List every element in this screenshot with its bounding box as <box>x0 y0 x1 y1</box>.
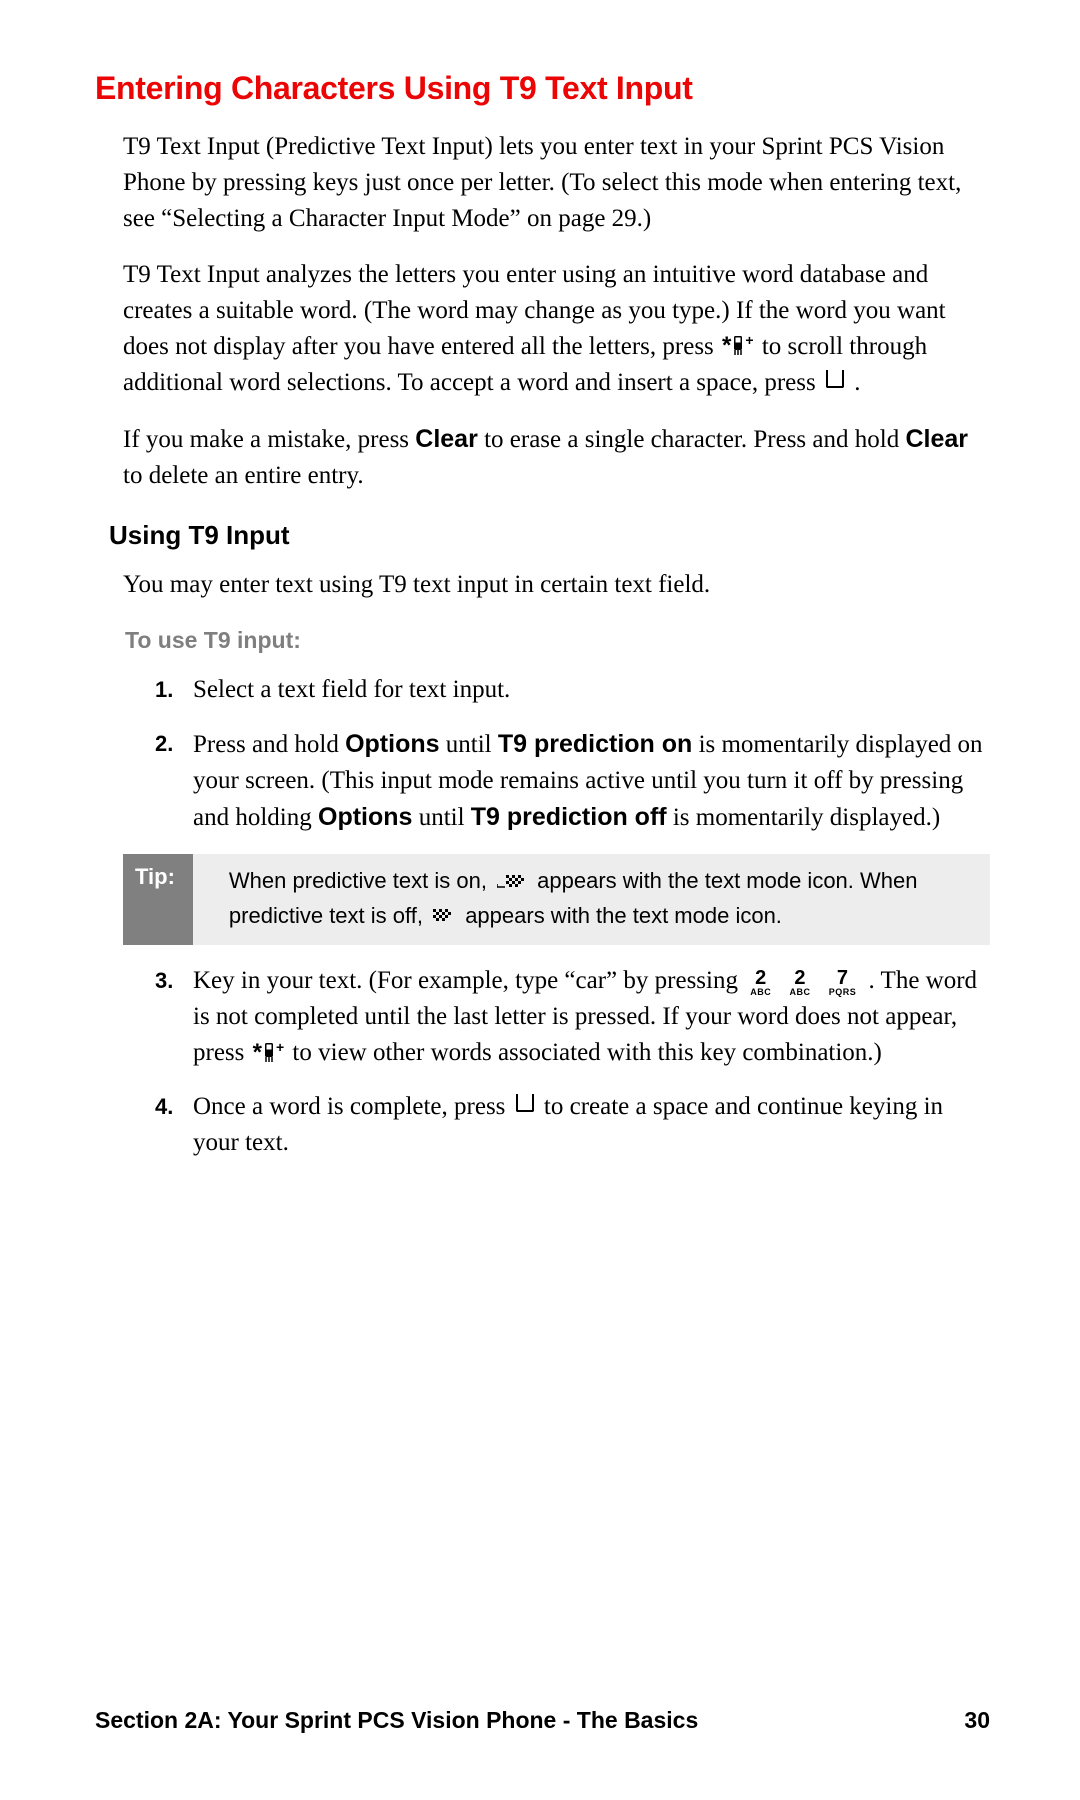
tip-label: Tip: <box>123 854 193 945</box>
paragraph-3: If you make a mistake, press Clear to er… <box>123 421 990 494</box>
step2-text-b: until <box>446 731 498 758</box>
step1-text: Select a text field for text input. <box>193 676 510 703</box>
clear-label-2: Clear <box>905 425 968 453</box>
step2-text-d: until <box>419 804 471 831</box>
clear-label-1: Clear <box>415 425 478 453</box>
steps-heading: To use T9 input: <box>125 627 990 654</box>
step-3: 3. Key in your text. (For example, type … <box>155 963 990 1071</box>
predictive-on-icon <box>497 866 527 899</box>
step-num-2: 2. <box>155 728 173 760</box>
paragraph-2: T9 Text Input analyzes the letters you e… <box>123 257 990 401</box>
para3-text-b: to erase a single character. Press and h… <box>484 426 905 453</box>
step-num-4: 4. <box>155 1091 173 1123</box>
footer-section-text: Section 2A: Your Sprint PCS Vision Phone… <box>95 1707 698 1734</box>
step3-text-c: to view other words associated with this… <box>292 1039 881 1066</box>
page-number: 30 <box>964 1707 990 1734</box>
star-key-icon: *+ <box>722 334 754 358</box>
space-key-icon <box>826 370 844 388</box>
tip-text-c: appears with the text mode icon. <box>465 903 782 928</box>
t9-off-label: T9 prediction off <box>471 803 667 831</box>
sub-intro: You may enter text using T9 text input i… <box>123 567 990 603</box>
step-4: 4. Once a word is complete, press to cre… <box>155 1089 990 1161</box>
key-2-abc-icon: 2ABC <box>750 968 771 997</box>
para3-text-a: If you make a mistake, press <box>123 426 415 453</box>
steps-list: 1. Select a text field for text input. 2… <box>155 672 990 836</box>
step3-text-a: Key in your text. (For example, type “ca… <box>193 967 744 994</box>
step-1: 1. Select a text field for text input. <box>155 672 990 708</box>
predictive-off-icon <box>433 900 455 933</box>
paragraph-1: T9 Text Input (Predictive Text Input) le… <box>123 129 990 237</box>
page-footer: Section 2A: Your Sprint PCS Vision Phone… <box>95 1707 990 1734</box>
tip-text-a: When predictive text is on, <box>229 868 493 893</box>
step2-text-e: is momentarily displayed.) <box>673 804 940 831</box>
tip-content: When predictive text is on, appears with… <box>193 854 990 945</box>
star-key-icon-b: *+ <box>253 1041 285 1065</box>
options-label-2: Options <box>318 803 412 831</box>
step4-text-a: Once a word is complete, press <box>193 1093 512 1120</box>
para3-text-c: to delete an entire entry. <box>123 462 364 489</box>
step-num-1: 1. <box>155 674 173 706</box>
para2-text-c: . <box>854 369 860 396</box>
space-key-icon-b <box>516 1094 534 1112</box>
sub-heading: Using T9 Input <box>109 520 990 551</box>
t9-on-label: T9 prediction on <box>498 730 692 758</box>
steps-list-2: 3. Key in your text. (For example, type … <box>155 963 990 1161</box>
key-7-pqrs-icon: 7PQRS <box>829 968 857 997</box>
step2-text-a: Press and hold <box>193 731 345 758</box>
main-heading: Entering Characters Using T9 Text Input <box>95 70 990 107</box>
tip-box: Tip: When predictive text is on, appears… <box>123 854 990 945</box>
step-2: 2. Press and hold Options until T9 predi… <box>155 726 990 836</box>
step-num-3: 3. <box>155 965 173 997</box>
options-label-1: Options <box>345 730 439 758</box>
key-2-abc-icon-b: 2ABC <box>789 968 810 997</box>
